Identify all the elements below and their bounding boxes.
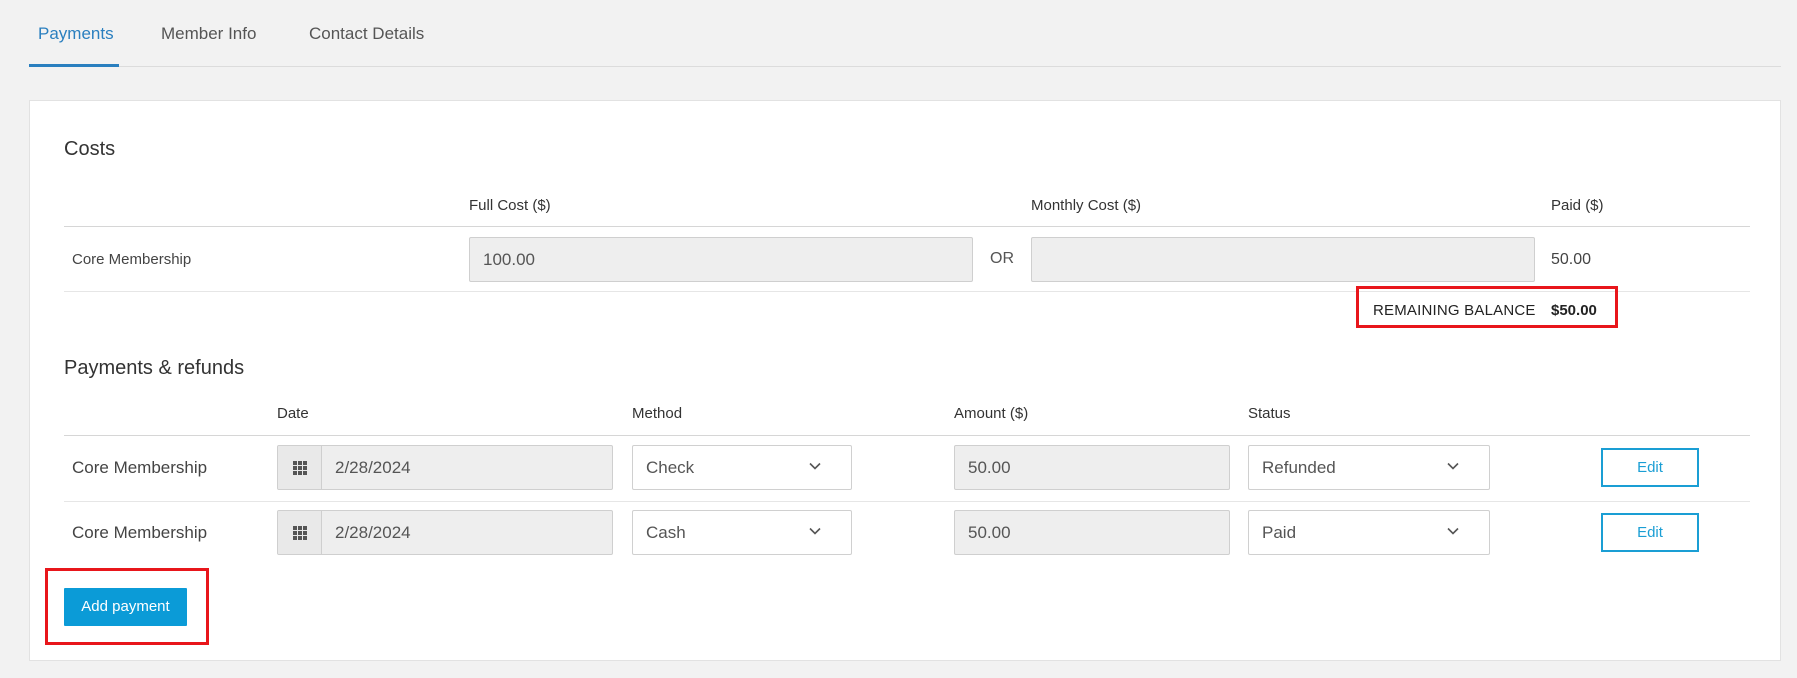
payment-row-2-label: Core Membership <box>72 523 208 542</box>
or-separator: OR <box>990 250 1014 267</box>
payment-row-2-method-select[interactable]: Cash <box>632 510 852 555</box>
costs-section-title: Costs <box>64 138 116 160</box>
chevron-down-icon <box>809 527 821 535</box>
monthly-cost-input[interactable] <box>1031 237 1535 282</box>
payment-row-2-date: 2/28/2024 <box>335 523 411 542</box>
tab-member-info[interactable]: Member Info <box>161 24 256 44</box>
payment-row-2-amount[interactable]: 50.00 <box>954 510 1230 555</box>
calendar-button[interactable] <box>278 511 322 554</box>
full-cost-input[interactable]: 100.00 <box>469 237 973 282</box>
remaining-balance-value: $50.00 <box>1551 302 1597 319</box>
costs-header-divider <box>64 226 1750 227</box>
amount-header: Amount ($) <box>954 405 1029 422</box>
payment-row-1-edit-button[interactable]: Edit <box>1601 448 1699 487</box>
active-tab-indicator <box>29 64 119 67</box>
payment-row-2-date-field[interactable]: 2/28/2024 <box>277 510 613 555</box>
payment-row-2-method: Cash <box>646 523 686 542</box>
tab-payments[interactable]: Payments <box>38 24 114 44</box>
status-header: Status <box>1248 405 1291 422</box>
chevron-down-icon <box>1447 527 1459 535</box>
remaining-balance-label: REMAINING BALANCE <box>1373 302 1536 319</box>
payments-panel <box>29 100 1781 661</box>
add-payment-button[interactable]: Add payment <box>64 588 187 626</box>
calendar-grid-icon <box>292 525 307 540</box>
payment-row-1-status: Refunded <box>1262 458 1336 477</box>
payments-header-divider <box>64 435 1750 436</box>
payments-section-title: Payments & refunds <box>64 357 245 379</box>
full-cost-header: Full Cost ($) <box>469 197 551 214</box>
chevron-down-icon <box>809 462 821 470</box>
payment-row-1-date-field[interactable]: 2/28/2024 <box>277 445 613 490</box>
paid-header: Paid ($) <box>1551 197 1604 214</box>
payment-row-1-status-select[interactable]: Refunded <box>1248 445 1490 490</box>
tab-contact-details[interactable]: Contact Details <box>309 24 424 44</box>
cost-item-label: Core Membership <box>72 251 192 268</box>
payment-row-1-method-select[interactable]: Check <box>632 445 852 490</box>
payment-row-1-method: Check <box>646 458 695 477</box>
monthly-cost-header: Monthly Cost ($) <box>1031 197 1142 214</box>
payment-row-2-status-select[interactable]: Paid <box>1248 510 1490 555</box>
chevron-down-icon <box>1447 462 1459 470</box>
payment-row-2-edit-button[interactable]: Edit <box>1601 513 1699 552</box>
payment-row-divider <box>64 501 1750 502</box>
calendar-button[interactable] <box>278 446 322 489</box>
method-header: Method <box>632 405 683 422</box>
date-header: Date <box>277 405 309 422</box>
paid-value: 50.00 <box>1551 251 1592 268</box>
payment-row-1-date: 2/28/2024 <box>335 458 411 477</box>
tab-bar: Payments Member Info Contact Details <box>29 0 1781 67</box>
calendar-grid-icon <box>292 460 307 475</box>
payment-row-2-status: Paid <box>1262 523 1297 542</box>
payment-row-1-amount[interactable]: 50.00 <box>954 445 1230 490</box>
payment-row-1-label: Core Membership <box>72 458 208 477</box>
